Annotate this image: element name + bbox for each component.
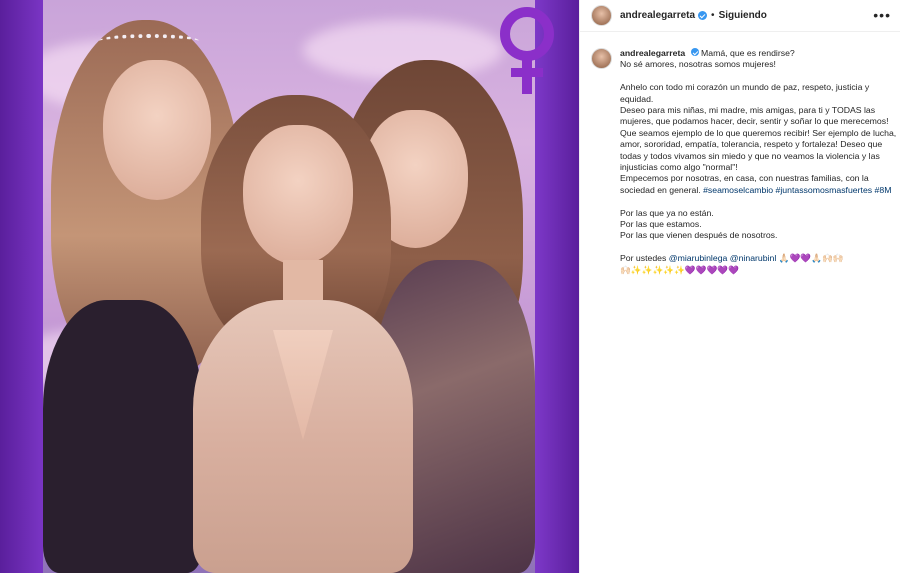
caption-closing-2: Por las que estamos.: [620, 219, 702, 230]
caption-first-line: Mamá, que es rendirse?: [701, 48, 795, 58]
purple-frame-left: [0, 0, 43, 573]
person-left-face: [103, 60, 211, 200]
caption-paragraph-1: Anhelo con todo mi corazón un mundo de p…: [620, 82, 870, 104]
header-separator: •: [711, 10, 715, 21]
following-button[interactable]: Siguiendo: [719, 10, 767, 21]
mention-link[interactable]: @ninarubinl: [730, 253, 777, 263]
caption-username[interactable]: andrealegarreta: [620, 48, 685, 58]
caption-text: andrealegarreta Mamá, que es rendirse? N…: [620, 48, 897, 276]
hashtag-link[interactable]: #8M: [875, 185, 892, 195]
post-header: andrealegarreta • Siguiendo •••: [580, 0, 900, 32]
caption-closing-1: Por las que ya no están.: [620, 207, 714, 218]
post-media[interactable]: [0, 0, 579, 573]
caption-verified-badge-icon: [690, 48, 699, 56]
caption-avatar[interactable]: [591, 48, 612, 69]
post-photo: [43, 0, 535, 573]
caption-closing-3: Por las que vienen después de nosotros.: [620, 230, 778, 241]
hashtag-link[interactable]: #juntassomosmasfuertes: [776, 185, 873, 195]
verified-badge-icon: [698, 11, 708, 20]
caption-emoji-line-2: 🙌🏻✨✨✨✨✨💜💜💜💜💜: [620, 264, 739, 275]
post-side-panel: andrealegarreta • Siguiendo ••• andreale…: [579, 0, 900, 573]
hashtag-link[interactable]: #seamoselcambio: [703, 185, 773, 195]
mention-prefix: Por ustedes: [620, 253, 667, 264]
person-center-face: [243, 125, 353, 265]
caption-emoji-line-1: 🙏🏻💜💜🙏🏻🙌🏻🙌🏻: [778, 253, 844, 264]
more-options-icon[interactable]: •••: [873, 8, 891, 22]
post-caption: andrealegarreta Mamá, que es rendirse? N…: [591, 48, 897, 276]
venus-icon: [500, 7, 554, 94]
mention-link[interactable]: @miarubinlega: [669, 253, 728, 263]
caption-line-2: No sé amores, nosotras somos mujeres!: [620, 59, 776, 70]
avatar[interactable]: [591, 5, 612, 26]
caption-paragraph-2: Deseo para mis niñas, mi madre, mis amig…: [620, 105, 897, 173]
post-author-username[interactable]: andrealegarreta: [620, 10, 695, 21]
